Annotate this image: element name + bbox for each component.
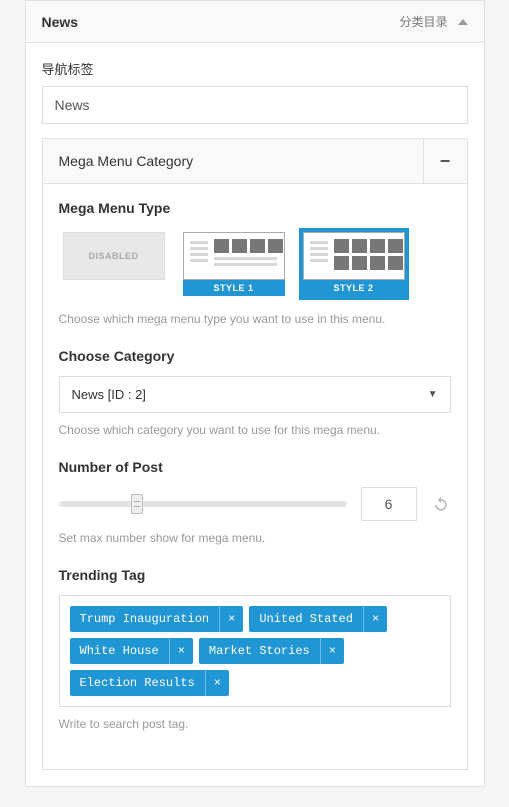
- tag-remove[interactable]: ×: [363, 606, 387, 632]
- menu-item-title: News: [42, 14, 79, 30]
- mega-menu-accordion-header[interactable]: Mega Menu Category −: [43, 139, 467, 184]
- tag-item: Trump Inauguration×: [70, 606, 244, 632]
- menu-item-header[interactable]: News 分类目录: [26, 1, 484, 43]
- mega-menu-type-title: Mega Menu Type: [59, 200, 451, 216]
- post-count-input[interactable]: [361, 487, 417, 521]
- choose-category-title: Choose Category: [59, 348, 451, 364]
- tag-item: Election Results×: [70, 670, 229, 696]
- trending-tags-box[interactable]: Trump Inauguration× United Stated× White…: [59, 595, 451, 707]
- mega-menu-type-options: DISABLED STYLE 1: [59, 228, 451, 300]
- slider-handle[interactable]: [131, 494, 143, 514]
- category-select[interactable]: News [ID : 2] ▼: [59, 376, 451, 413]
- style1-caption: STYLE 1: [183, 280, 285, 296]
- nav-label-field-label: 导航标签: [42, 59, 468, 78]
- accordion-toggle[interactable]: −: [423, 139, 467, 183]
- tag-remove[interactable]: ×: [205, 670, 229, 696]
- tag-item: Market Stories×: [199, 638, 344, 664]
- tag-item: United Stated×: [249, 606, 387, 632]
- tag-remove[interactable]: ×: [169, 638, 193, 664]
- trending-tag-title: Trending Tag: [59, 567, 451, 583]
- reset-icon[interactable]: [431, 494, 451, 514]
- mega-menu-type-help: Choose which mega menu type you want to …: [59, 312, 451, 326]
- type-option-style2[interactable]: STYLE 2: [299, 228, 409, 300]
- category-select-value: News [ID : 2]: [72, 387, 146, 402]
- tag-remove[interactable]: ×: [320, 638, 344, 664]
- chevron-down-icon: ▼: [428, 389, 438, 400]
- post-count-slider[interactable]: [59, 501, 347, 507]
- trending-tag-help: Write to search post tag.: [59, 717, 451, 731]
- collapse-icon: [458, 19, 468, 25]
- type-option-disabled[interactable]: DISABLED: [59, 228, 169, 300]
- tag-item: White House×: [70, 638, 193, 664]
- accordion-title: Mega Menu Category: [43, 139, 423, 183]
- tag-remove[interactable]: ×: [219, 606, 243, 632]
- menu-item-type: 分类目录: [399, 13, 447, 30]
- type-option-style1[interactable]: STYLE 1: [179, 228, 289, 300]
- number-of-post-title: Number of Post: [59, 459, 451, 475]
- nav-label-input[interactable]: [42, 86, 468, 124]
- style2-caption: STYLE 2: [303, 280, 405, 296]
- number-of-post-help: Set max number show for mega menu.: [59, 531, 451, 545]
- choose-category-help: Choose which category you want to use fo…: [59, 423, 451, 437]
